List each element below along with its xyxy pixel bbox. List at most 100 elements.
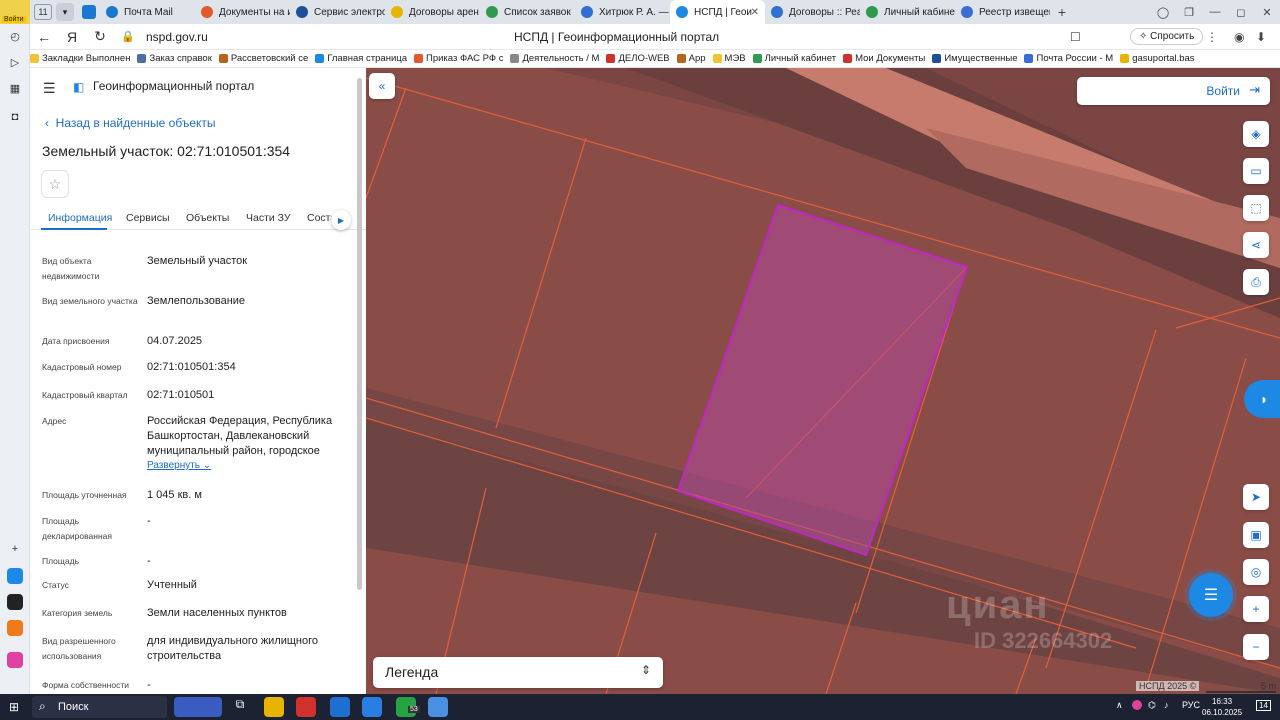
- layers-button[interactable]: ◈: [1243, 121, 1269, 147]
- cloud-app-icon[interactable]: [7, 568, 23, 584]
- volume-icon[interactable]: ♪: [1164, 700, 1169, 710]
- alice-icon[interactable]: [7, 652, 23, 668]
- browser-tab[interactable]: НСПД | Геои ✕: [670, 0, 765, 24]
- bookmark-item[interactable]: Заказ справок: [137, 53, 212, 64]
- measure-button[interactable]: ▭: [1243, 158, 1269, 184]
- tray-app-icon[interactable]: [1132, 700, 1142, 710]
- bookmark-item[interactable]: Приказ ФАС РФ с: [414, 53, 503, 64]
- tab-counter[interactable]: 11: [34, 4, 52, 20]
- bookmark-item[interactable]: МЭВ: [712, 53, 746, 64]
- lync-icon[interactable]: [362, 697, 382, 717]
- app-icon[interactable]: [7, 594, 23, 610]
- field-label: Дата присвоения: [42, 336, 110, 346]
- menu-icon[interactable]: ☰: [43, 80, 56, 97]
- bookmark-item[interactable]: Личный кабинет: [752, 53, 836, 64]
- bookmark-item[interactable]: Деятельность / М: [510, 53, 599, 64]
- bookmark-item[interactable]: ДЕЛО-WEB: [606, 53, 670, 64]
- bookmark-item[interactable]: Мои Документы: [843, 53, 925, 64]
- tab-close-icon[interactable]: ✕: [751, 7, 759, 18]
- geolocate-button[interactable]: ➤: [1243, 484, 1269, 510]
- legend-dropdown[interactable]: Легенда ⇕: [373, 657, 663, 688]
- tab-bar: Войти 11 ▾ Почта Mail Документы на и Серви…: [0, 0, 1280, 24]
- expand-address-link[interactable]: Развернуть ⌄: [147, 460, 211, 471]
- history-icon[interactable]: ◴: [8, 30, 22, 44]
- windows-start-icon[interactable]: ⊞: [9, 700, 23, 714]
- zoom-out-button[interactable]: −: [1243, 634, 1269, 660]
- print-button[interactable]: ⎙: [1243, 269, 1269, 295]
- tab-information[interactable]: Информация: [48, 212, 112, 224]
- browser-tab[interactable]: Хитрюк Р. А. —: [575, 0, 670, 24]
- browser-tab[interactable]: Почта Mail: [100, 0, 195, 24]
- yandex-icon[interactable]: Я: [58, 29, 86, 45]
- share-button[interactable]: ⋖: [1243, 232, 1269, 258]
- tab-parts[interactable]: Части ЗУ: [246, 212, 291, 224]
- camera-icon[interactable]: ◘: [8, 110, 22, 124]
- outlook-icon[interactable]: [330, 697, 350, 717]
- collapse-panel-button[interactable]: «: [369, 73, 395, 99]
- select-area-button[interactable]: ⬚: [1243, 195, 1269, 221]
- download-icon[interactable]: ⬇: [1256, 30, 1266, 44]
- language-indicator[interactable]: РУС: [1182, 700, 1200, 710]
- browser-tab[interactable]: Реестр извещен: [955, 0, 1050, 24]
- browser-tab[interactable]: Договоры арен: [385, 0, 480, 24]
- widget-icon[interactable]: [174, 697, 222, 717]
- profile-avatar[interactable]: Войти: [0, 0, 30, 24]
- bookmark-item[interactable]: Главная страница: [315, 53, 407, 64]
- url-field[interactable]: nspd.gov.ru: [146, 30, 446, 44]
- yandex-browser-icon[interactable]: [296, 697, 316, 717]
- collections-icon[interactable]: ❐: [1176, 6, 1202, 19]
- user-icon[interactable]: ◯: [1150, 6, 1176, 19]
- bookmark-item[interactable]: Почта России - М: [1024, 53, 1113, 64]
- pinned-tab-icon[interactable]: [82, 5, 96, 19]
- field-value: 02:71:010501: [147, 389, 215, 401]
- reload-icon[interactable]: ↻: [86, 28, 114, 45]
- tabs-scroll-right-icon[interactable]: ▶: [331, 210, 351, 230]
- minimap-button[interactable]: ▣: [1243, 522, 1269, 548]
- extension-icon[interactable]: ◉: [1234, 30, 1244, 44]
- chevron-down-icon[interactable]: ▾: [56, 3, 74, 21]
- favorite-star-icon[interactable]: ☆: [41, 170, 69, 198]
- login-button[interactable]: Войти ⇥: [1077, 77, 1270, 105]
- calendar-icon[interactable]: ▦: [8, 82, 22, 96]
- minimize-icon[interactable]: —: [1202, 6, 1228, 18]
- ask-button[interactable]: ✧ Спросить: [1130, 28, 1204, 45]
- browser-tab[interactable]: Сервис электро: [290, 0, 385, 24]
- chat-button[interactable]: ☰: [1189, 573, 1233, 617]
- menu-dots-icon[interactable]: ⋮: [1206, 30, 1218, 44]
- taskbar-search[interactable]: ⌕ Поиск: [32, 696, 167, 718]
- back-arrow-icon[interactable]: ←: [30, 29, 58, 45]
- add-icon[interactable]: +: [8, 542, 22, 556]
- browser-tab[interactable]: Документы на и: [195, 0, 290, 24]
- back-link[interactable]: ‹ Назад в найденные объекты: [45, 116, 216, 130]
- bookmark-item[interactable]: App: [676, 53, 706, 64]
- close-icon[interactable]: ✕: [1254, 6, 1280, 19]
- bookmark-item[interactable]: gasuportal.bas: [1120, 53, 1195, 64]
- tab-services[interactable]: Сервисы: [126, 212, 170, 224]
- bookmark-item[interactable]: Закладки Выполнен: [30, 53, 130, 64]
- map-view[interactable]: « Войти ⇥ ◈ ▭ ⬚ ⋖ ⎙ ◗ ➤ ▣ ◎ + − ☰ циан ID…: [366, 68, 1280, 694]
- network-icon[interactable]: ⌬: [1148, 700, 1156, 711]
- browser-tab[interactable]: Договоры :: Реа: [765, 0, 860, 24]
- panel-scrollbar[interactable]: [357, 78, 362, 590]
- zoom-in-button[interactable]: +: [1243, 596, 1269, 622]
- browser-tab[interactable]: Список заявок: [480, 0, 575, 24]
- bookmark-item[interactable]: Рассветовский се: [218, 53, 308, 64]
- clock[interactable]: 16:33 06.10.2025: [1202, 696, 1242, 718]
- bookmark-icon[interactable]: ☐: [1070, 30, 1081, 44]
- task-view-icon[interactable]: ⧉: [230, 697, 250, 717]
- field-value: 02:71:010501:354: [147, 361, 236, 373]
- mail-app-icon[interactable]: [7, 620, 23, 636]
- tray-chevron-icon[interactable]: ∧: [1116, 700, 1123, 711]
- maximize-icon[interactable]: ◻: [1228, 6, 1254, 19]
- app-icon-2[interactable]: [428, 697, 448, 717]
- play-icon[interactable]: ▷: [8, 56, 22, 70]
- assistant-button[interactable]: ◗: [1244, 380, 1280, 418]
- field-value: 04.07.2025: [147, 335, 203, 347]
- bookmark-item[interactable]: Имущественные: [932, 53, 1017, 64]
- tab-objects[interactable]: Объекты: [186, 212, 229, 224]
- explorer-icon[interactable]: [264, 697, 284, 717]
- browser-tab[interactable]: Личный кабинет: [860, 0, 955, 24]
- new-tab-button[interactable]: +: [1050, 4, 1074, 20]
- search-location-button[interactable]: ◎: [1243, 559, 1269, 585]
- notification-count[interactable]: 14: [1256, 700, 1271, 711]
